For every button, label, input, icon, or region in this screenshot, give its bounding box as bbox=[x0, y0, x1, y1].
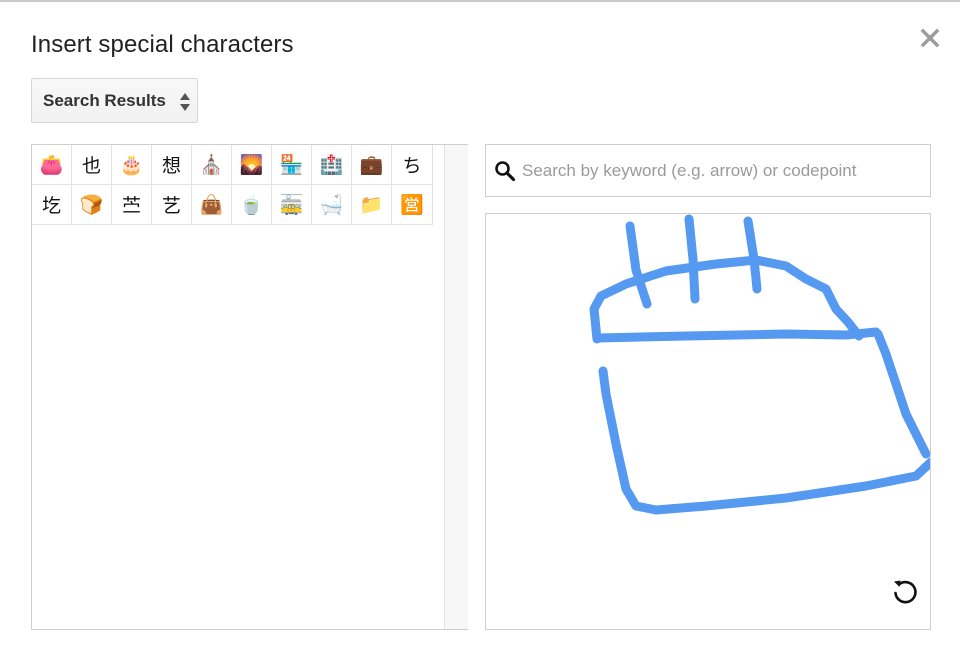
character-cell[interactable]: 🛁 bbox=[312, 185, 352, 225]
up-down-arrows-icon bbox=[180, 93, 190, 111]
character-cell[interactable]: 🌄 bbox=[232, 145, 272, 185]
character-cell[interactable]: 🚋 bbox=[272, 185, 312, 225]
character-cell[interactable]: ち bbox=[392, 145, 432, 185]
character-cell[interactable]: 🎂 bbox=[112, 145, 152, 185]
character-cell[interactable]: 💼 bbox=[352, 145, 392, 185]
category-dropdown-label: Search Results bbox=[43, 90, 166, 110]
character-cell[interactable]: 📁 bbox=[352, 185, 392, 225]
character-cell[interactable]: 🏪 bbox=[272, 145, 312, 185]
search-icon bbox=[495, 161, 516, 182]
results-scrollbar[interactable] bbox=[444, 145, 468, 629]
dialog-title: Insert special characters bbox=[31, 31, 294, 58]
search-box bbox=[485, 144, 931, 197]
character-cell[interactable]: 也 bbox=[72, 145, 112, 185]
character-results-panel: 👛 也 🎂 想 ⛪ 🌄 🏪 🏥 💼 ち圪 🍞 苎艺 👜 🍵 🚋 🛁 📁 🈺 bbox=[31, 144, 468, 630]
character-cell[interactable]: 想 bbox=[152, 145, 192, 185]
dialog-top-border bbox=[0, 0, 960, 2]
undo-reset-icon[interactable] bbox=[890, 576, 920, 606]
character-cell[interactable]: 🍞 bbox=[72, 185, 112, 225]
character-cell[interactable]: 苎 bbox=[112, 185, 152, 225]
search-input[interactable] bbox=[522, 155, 922, 187]
character-cell[interactable]: 🍵 bbox=[232, 185, 272, 225]
character-grid: 👛 也 🎂 想 ⛪ 🌄 🏪 🏥 💼 ち圪 🍞 苎艺 👜 🍵 🚋 🛁 📁 🈺 bbox=[32, 145, 433, 225]
character-cell[interactable]: 圪 bbox=[32, 185, 72, 225]
character-cell[interactable]: 👛 bbox=[32, 145, 72, 185]
close-icon[interactable] bbox=[918, 26, 942, 50]
category-dropdown[interactable]: Search Results bbox=[31, 78, 198, 123]
character-cell[interactable]: ⛪ bbox=[192, 145, 232, 185]
character-cell[interactable]: 艺 bbox=[152, 185, 192, 225]
handwriting-drawing-area[interactable] bbox=[485, 213, 931, 630]
character-cell[interactable]: 👜 bbox=[192, 185, 232, 225]
handwriting-canvas[interactable] bbox=[486, 214, 930, 629]
character-cell[interactable]: 🈺 bbox=[392, 185, 432, 225]
character-cell[interactable]: 🏥 bbox=[312, 145, 352, 185]
